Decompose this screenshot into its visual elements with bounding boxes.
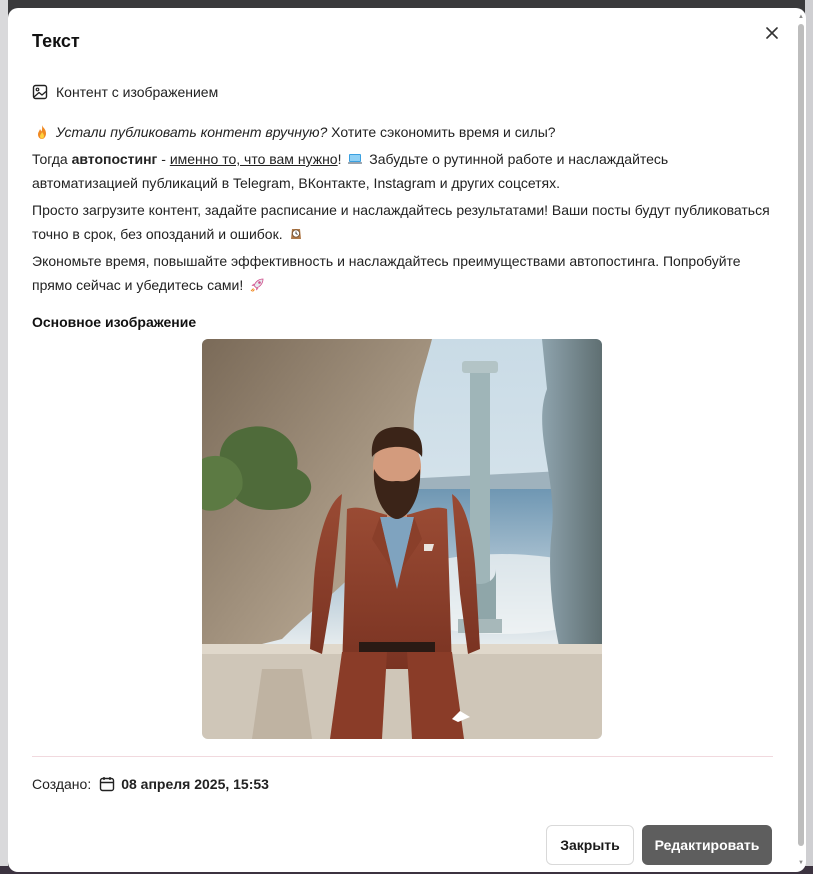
post-p3-text: Просто загрузите контент, задайте распис… — [32, 202, 770, 242]
divider — [32, 756, 773, 757]
close-button[interactable]: Закрыть — [546, 825, 634, 865]
post-text: Устали публиковать контент вручную? Хоти… — [32, 120, 772, 300]
post-p1-rest: Хотите сэкономить время и силы? — [327, 124, 556, 140]
content-type-label: Контент с изображением — [56, 84, 219, 100]
scroll-up-arrow-icon[interactable]: ▲ — [798, 14, 804, 20]
post-p2-bold: автопостинг — [71, 151, 158, 167]
image-icon — [32, 84, 48, 100]
post-paragraph-4: Экономьте время, повышайте эффективность… — [32, 249, 772, 297]
post-p1-italic: Устали публиковать контент вручную? — [55, 124, 328, 140]
post-p2-start: Тогда — [32, 151, 72, 167]
main-image — [202, 339, 602, 739]
rocket-emoji-icon — [250, 278, 264, 292]
post-p2-underline: именно то, что вам нужно — [169, 151, 338, 167]
post-paragraph-1: Устали публиковать контент вручную? Хоти… — [32, 120, 772, 144]
post-paragraph-3: Просто загрузите контент, задайте распис… — [32, 198, 772, 246]
scrollbar-thumb[interactable] — [798, 24, 804, 846]
fire-emoji-icon — [38, 125, 46, 139]
post-p2-rest: ! — [337, 151, 346, 167]
created-date: 08 апреля 2025, 15:53 — [121, 776, 269, 792]
post-p2-dash: - — [157, 151, 170, 167]
backdrop-left-edge — [0, 0, 8, 874]
clock-emoji-icon — [291, 229, 302, 239]
created-row: Создано: 08 апреля 2025, 15:53 — [32, 774, 269, 794]
modal-title: Текст — [32, 31, 80, 51]
modal-scrollbar[interactable]: ▲ ▼ — [798, 14, 804, 866]
modal-body: Текст Контент с изображением Устали публ… — [8, 8, 796, 872]
edit-button[interactable]: Редактировать — [642, 825, 772, 865]
created-label: Создано: — [32, 776, 92, 792]
content-details-modal: Текст Контент с изображением Устали публ… — [8, 8, 806, 872]
main-image-label: Основное изображение — [32, 314, 197, 330]
post-p4-text: Экономьте время, повышайте эффективность… — [32, 253, 741, 293]
laptop-emoji-icon — [348, 154, 363, 164]
backdrop-right-edge — [805, 0, 813, 874]
calendar-icon — [100, 777, 115, 792]
post-paragraph-2: Тогда автопостинг - именно то, что вам н… — [32, 147, 772, 195]
scroll-down-arrow-icon[interactable]: ▼ — [798, 860, 804, 866]
close-icon[interactable] — [761, 22, 783, 44]
content-type-row: Контент с изображением — [32, 83, 218, 101]
